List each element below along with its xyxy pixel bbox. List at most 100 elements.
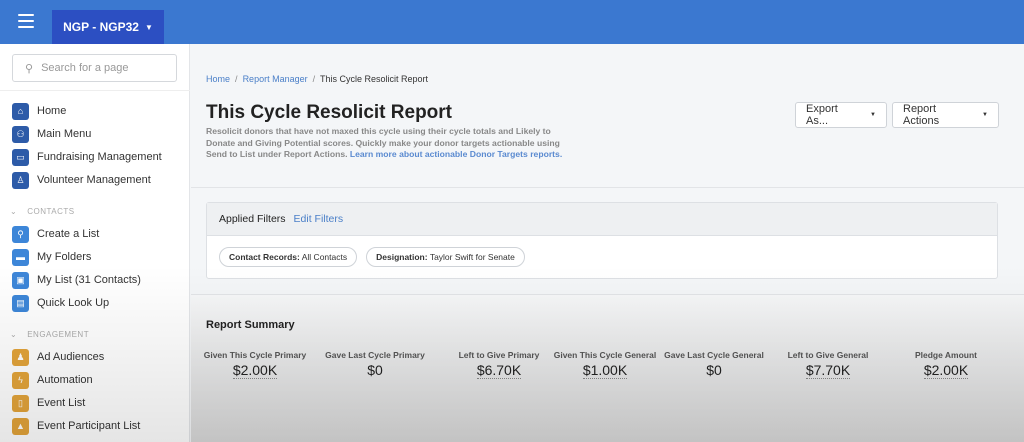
sidebar-item-create-list[interactable]: ⚲ Create a List bbox=[12, 224, 187, 244]
chip-key: Designation: bbox=[376, 252, 428, 262]
page-title: This Cycle Resolicit Report bbox=[206, 102, 453, 123]
divider bbox=[191, 187, 1024, 188]
caret-down-icon: ▼ bbox=[870, 112, 876, 118]
org-switcher-button[interactable]: NGP - NGP32 ▼ bbox=[52, 10, 164, 44]
money-icon: ▭ bbox=[12, 148, 29, 166]
clipboard-icon: ▯ bbox=[12, 394, 29, 412]
metric-value[interactable]: $2.00K bbox=[232, 362, 278, 379]
metric-value[interactable]: $2.00K bbox=[923, 362, 969, 379]
learn-more-link[interactable]: Learn more about actionable Donor Target… bbox=[350, 149, 562, 159]
chart-icon: ▲ bbox=[12, 417, 29, 435]
metric: Given This Cycle General $1.00K bbox=[553, 349, 657, 379]
sidebar-item-home[interactable]: ⌂ Home bbox=[12, 101, 187, 121]
sidebar-item-my-list[interactable]: ▣ My List (31 Contacts) bbox=[12, 270, 187, 290]
sidebar-item-volunteer[interactable]: ♙ Volunteer Management bbox=[12, 170, 187, 190]
sidebar-item-label: Home bbox=[37, 105, 67, 117]
metric: Given This Cycle Primary $2.00K bbox=[203, 349, 307, 379]
breadcrumb: Home / Report Manager / This Cycle Resol… bbox=[206, 74, 428, 84]
applied-filters-panel: Applied Filters Edit Filters Contact Reco… bbox=[206, 202, 998, 279]
report-actions-button[interactable]: Report Actions ▼ bbox=[892, 102, 999, 128]
search-placeholder: Search for a page bbox=[41, 62, 129, 74]
edit-filters-link[interactable]: Edit Filters bbox=[294, 213, 344, 225]
chevron-down-icon: ⌄ bbox=[10, 330, 18, 339]
metric: Left to Give General $7.70K bbox=[770, 349, 886, 379]
sidebar-item-quick-look-up[interactable]: ▤ Quick Look Up bbox=[12, 293, 187, 313]
sidebar-item-label: My List (31 Contacts) bbox=[37, 274, 141, 286]
sidebar: ⚲ Search for a page ⌂ Home ⚇ Main Menu ▭ Fun… bbox=[0, 44, 190, 442]
sidebar-item-label: Event List bbox=[37, 397, 86, 409]
section-engagement-header[interactable]: ⌄ ENGAGEMENT bbox=[10, 330, 89, 339]
chip-value: All Contacts bbox=[301, 252, 348, 262]
metric-label: Pledge Amount bbox=[914, 350, 978, 360]
metric-label: Given This Cycle General bbox=[553, 350, 657, 360]
search-icon: ⚲ bbox=[12, 225, 29, 243]
breadcrumb-separator: / bbox=[235, 74, 238, 84]
metric: Gave Last Cycle Primary $0 bbox=[325, 349, 425, 379]
top-bar: NGP - NGP32 ▼ bbox=[0, 0, 1024, 44]
chip-key: Contact Records: bbox=[229, 252, 300, 262]
sidebar-item-main-menu[interactable]: ⚇ Main Menu bbox=[12, 124, 187, 144]
sidebar-item-label: Volunteer Management bbox=[37, 174, 151, 186]
sidebar-item-label: Quick Look Up bbox=[37, 297, 110, 309]
chip-value: Taylor Swift for Senate bbox=[429, 252, 515, 262]
sidebar-item-label: Main Menu bbox=[37, 128, 92, 140]
filters-title: Applied Filters bbox=[219, 213, 286, 225]
metric: Pledge Amount $2.00K bbox=[893, 349, 999, 379]
section-contacts-header[interactable]: ⌄ CONTACTS bbox=[10, 207, 75, 216]
metric: Gave Last Cycle General $0 bbox=[664, 349, 764, 379]
hamburger-menu-icon[interactable] bbox=[18, 14, 34, 28]
divider bbox=[0, 90, 190, 91]
metric-label: Left to Give Primary bbox=[458, 350, 540, 360]
metric-label: Given This Cycle Primary bbox=[203, 350, 307, 360]
metric-label: Left to Give General bbox=[787, 350, 869, 360]
section-label: ENGAGEMENT bbox=[27, 330, 90, 339]
people-icon: ♙ bbox=[12, 171, 29, 189]
main-content: Home / Report Manager / This Cycle Resol… bbox=[191, 44, 1024, 442]
summary-title: Report Summary bbox=[206, 319, 295, 331]
button-label: Export As... bbox=[806, 103, 838, 127]
search-icon: ⚲ bbox=[25, 62, 34, 75]
page-description: Resolicit donors that have not maxed thi… bbox=[206, 126, 576, 161]
home-icon: ⌂ bbox=[12, 102, 29, 120]
sidebar-item-my-folders[interactable]: ▬ My Folders bbox=[12, 247, 187, 267]
section-label: CONTACTS bbox=[27, 207, 75, 216]
sidebar-item-label: Event Participant List bbox=[37, 420, 141, 432]
breadcrumb-report-manager-link[interactable]: Report Manager bbox=[243, 74, 308, 84]
sidebar-item-label: Ad Audiences bbox=[37, 351, 105, 363]
clipboard-icon: ▣ bbox=[12, 271, 29, 289]
sidebar-item-fundraising[interactable]: ▭ Fundraising Management bbox=[12, 147, 187, 167]
metric-label: Gave Last Cycle Primary bbox=[325, 350, 425, 360]
filter-chip[interactable]: Contact Records: All Contacts bbox=[219, 247, 358, 267]
metric-value[interactable]: $7.70K bbox=[805, 362, 851, 379]
bolt-icon: ϟ bbox=[12, 371, 29, 389]
button-label: Report Actions bbox=[903, 103, 940, 127]
report-summary: Report Summary Given This Cycle Primary $… bbox=[191, 294, 1024, 442]
export-as-button[interactable]: Export As... ▼ bbox=[795, 102, 887, 128]
metric-value[interactable]: $1.00K bbox=[582, 362, 628, 379]
sidebar-item-label: Fundraising Management bbox=[37, 151, 162, 163]
breadcrumb-home-link[interactable]: Home bbox=[206, 74, 230, 84]
sidebar-item-label: Automation bbox=[37, 374, 93, 386]
sidebar-item-event-list[interactable]: ▯ Event List bbox=[12, 393, 187, 413]
org-label: NGP - NGP32 bbox=[63, 20, 139, 34]
filter-chip[interactable]: Designation: Taylor Swift for Senate bbox=[366, 247, 525, 267]
page-search-input[interactable]: ⚲ Search for a page bbox=[12, 54, 177, 82]
folder-icon: ▬ bbox=[12, 248, 29, 266]
sidebar-item-label: Create a List bbox=[37, 228, 100, 240]
caret-down-icon: ▼ bbox=[982, 112, 988, 118]
breadcrumb-separator: / bbox=[312, 74, 316, 84]
sidebar-item-event-participant-list[interactable]: ▲ Event Participant List bbox=[12, 416, 187, 436]
metric-value[interactable]: $6.70K bbox=[476, 362, 522, 379]
metric-value: $0 bbox=[706, 362, 722, 378]
metric: Left to Give Primary $6.70K bbox=[439, 349, 559, 379]
person-icon: ♟ bbox=[12, 348, 29, 366]
sidebar-item-ad-audiences[interactable]: ♟ Ad Audiences bbox=[12, 347, 187, 367]
caret-down-icon: ▼ bbox=[144, 22, 153, 32]
breadcrumb-current: This Cycle Resolicit Report bbox=[319, 74, 429, 84]
sidebar-item-automation[interactable]: ϟ Automation bbox=[12, 370, 187, 390]
chevron-down-icon: ⌄ bbox=[10, 207, 18, 216]
metric-label: Gave Last Cycle General bbox=[664, 350, 764, 360]
sitemap-icon: ⚇ bbox=[12, 125, 29, 143]
sidebar-item-label: My Folders bbox=[37, 251, 92, 263]
id-card-icon: ▤ bbox=[12, 294, 29, 312]
